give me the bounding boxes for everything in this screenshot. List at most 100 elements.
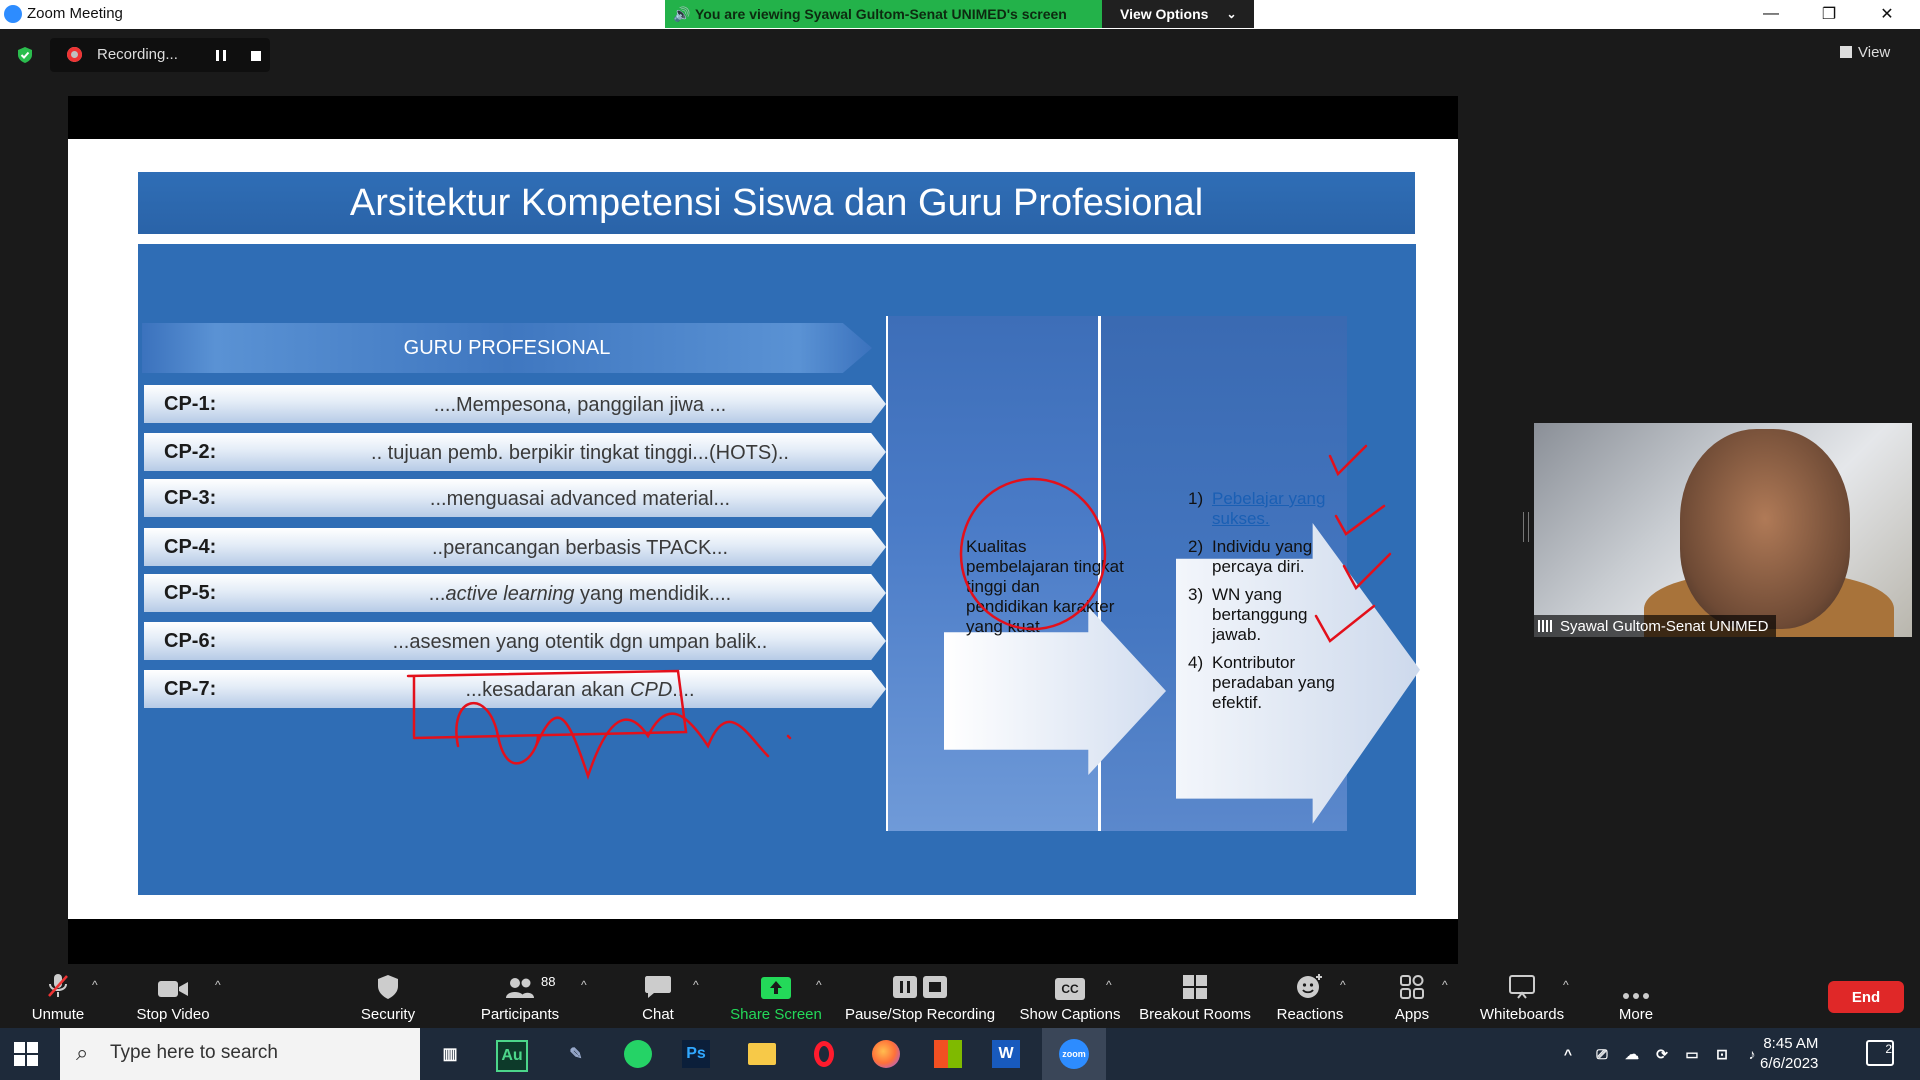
file-explorer-icon[interactable] (744, 1036, 780, 1072)
recording-dot-icon (67, 47, 82, 62)
chat-button[interactable]: Chat (618, 964, 698, 1028)
captions-caret-icon[interactable]: ^ (1106, 978, 1112, 992)
audio-options-caret-icon[interactable]: ^ (92, 978, 98, 992)
notification-center-icon[interactable]: 2 (1866, 1040, 1894, 1066)
apps-button[interactable]: Apps (1372, 964, 1452, 1028)
outcome-number: 3) (1188, 585, 1204, 604)
recording-label: Recording... (97, 46, 178, 63)
taskbar-clock[interactable]: 8:45 AM 6/6/2023 (1760, 1034, 1818, 1074)
end-meeting-button[interactable]: End (1828, 981, 1904, 1013)
apps-caret-icon[interactable]: ^ (1442, 978, 1448, 992)
show-captions-button[interactable]: CC Show Captions (1016, 964, 1124, 1028)
outcome-link[interactable]: Pebelajar yang sukses. (1212, 489, 1358, 529)
clock-time: 8:45 AM (1763, 1035, 1819, 1052)
whiteboards-caret-icon[interactable]: ^ (1563, 978, 1569, 992)
cp-text: ...menguasai advanced material... (429, 488, 731, 510)
shield-check-icon[interactable] (16, 46, 34, 64)
share-screen-icon (760, 964, 792, 1000)
participant-name: Syawal Gultom-Senat UNIMED (1560, 617, 1769, 635)
outcome-number: 4) (1188, 653, 1204, 672)
participants-label: Participants (480, 1006, 560, 1023)
cp-text-post: yang mendidik.... (574, 583, 732, 605)
cp-row: CP-5: ...active learning yang mendidik..… (144, 574, 886, 612)
onedrive-cloud-icon[interactable]: ☁ (1620, 1036, 1644, 1072)
settings-tool-icon[interactable]: ✎ (558, 1036, 594, 1072)
video-camera-icon (157, 964, 189, 1000)
reactions-caret-icon[interactable]: ^ (1340, 978, 1346, 992)
cp-row: CP-2: .. tujuan pemb. berpikir tingkat t… (144, 433, 886, 471)
tray-meet-icon[interactable]: ⎚ (1590, 1036, 1614, 1072)
zoom-app-label: zoom (1059, 1039, 1089, 1069)
cp-label: CP-2: (164, 441, 217, 463)
task-view-icon[interactable]: ▥ (432, 1036, 468, 1072)
pause-recording-icon[interactable] (216, 50, 226, 61)
security-button[interactable]: Security (348, 964, 428, 1028)
participants-caret-icon[interactable]: ^ (581, 978, 587, 992)
network-icon[interactable]: ⊡ (1710, 1036, 1734, 1072)
speaker-icon: 🔊 (673, 5, 691, 22)
video-options-caret-icon[interactable]: ^ (215, 978, 221, 992)
cp-text: ..perancangan berbasis TPACK... (431, 537, 729, 559)
presentation-slide: Arsitektur Kompetensi Siswa dan Guru Pro… (68, 139, 1458, 919)
cp-row: CP-4: ..perancangan berbasis TPACK... (144, 528, 886, 566)
whatsapp-app-icon[interactable] (620, 1036, 656, 1072)
zoom-app-icon-active[interactable]: zoom (1042, 1028, 1106, 1080)
battery-icon[interactable]: ▭ (1680, 1036, 1704, 1072)
cp-text: ...active learning yang mendidik.... (304, 583, 856, 606)
security-label: Security (360, 1006, 416, 1023)
stop-recording-icon[interactable] (251, 51, 261, 61)
smiley-plus-icon (1296, 964, 1324, 1000)
window-title: Zoom Meeting (27, 5, 123, 22)
view-options-button[interactable]: View Options ⌄ (1102, 0, 1254, 28)
breakout-rooms-button[interactable]: Breakout Rooms (1136, 964, 1254, 1028)
share-screen-button[interactable]: Share Screen (726, 964, 826, 1028)
tray-chevron-up-icon[interactable]: ^ (1556, 1036, 1580, 1072)
apps-icon (1399, 964, 1425, 1000)
search-icon: ⌕ (76, 1040, 89, 1065)
sync-icon[interactable]: ⟳ (1650, 1036, 1674, 1072)
slide-band (138, 244, 1416, 311)
opera-browser-icon[interactable] (806, 1036, 842, 1072)
recording-indicator: Recording... (50, 38, 270, 72)
shared-screen[interactable]: Arsitektur Kompetensi Siswa dan Guru Pro… (68, 96, 1458, 964)
firefox-browser-icon[interactable] (868, 1036, 904, 1072)
share-caret-icon[interactable]: ^ (816, 978, 822, 992)
chevron-down-icon: ⌄ (1226, 7, 1237, 21)
outcome-text: Kontributor peradaban yang efektif. (1212, 653, 1335, 712)
participant-face (1680, 429, 1850, 629)
outcome-item: 1) Pebelajar yang sukses. (1188, 489, 1358, 529)
audition-app-icon[interactable]: Au (496, 1040, 528, 1072)
more-button[interactable]: More (1596, 964, 1676, 1028)
windows-start-icon[interactable] (14, 1042, 38, 1066)
stop-video-button[interactable]: Stop Video (130, 964, 216, 1028)
pause-stop-recording-button[interactable]: Pause/Stop Recording (845, 964, 995, 1028)
windows-taskbar: ⌕ Type here to search ▥ Au ✎ Ps W zoom ^… (0, 1028, 1920, 1080)
outcome-number: 1) (1188, 489, 1204, 508)
meeting-toolbar: Unmute ^ Stop Video ^ Security Participa… (0, 964, 1920, 1028)
reactions-button[interactable]: Reactions (1270, 964, 1350, 1028)
restore-button[interactable]: ❐ (1800, 0, 1858, 28)
word-app-icon[interactable]: W (992, 1040, 1020, 1068)
outcome-text: Individu yang percaya diri. (1212, 537, 1313, 576)
unmute-button[interactable]: Unmute (18, 964, 98, 1028)
participant-video[interactable]: Syawal Gultom-Senat UNIMED (1534, 423, 1912, 637)
taskbar-search-box[interactable]: ⌕ Type here to search (60, 1028, 420, 1080)
cp-row: CP-6: ...asesmen yang otentik dgn umpan … (144, 622, 886, 660)
view-button[interactable]: View (1840, 38, 1910, 66)
store-app-icon[interactable] (930, 1036, 966, 1072)
cp-text-pre: ...kesadaran akan (465, 679, 631, 701)
viewing-screen-banner: 🔊 You are viewing Syawal Gultom-Senat UN… (665, 0, 1102, 28)
close-button[interactable]: ✕ (1858, 0, 1916, 28)
whiteboards-button[interactable]: Whiteboards (1472, 964, 1572, 1028)
security-shield-icon (376, 964, 400, 1000)
meeting-top-strip (0, 29, 1920, 79)
more-dots-icon (1622, 964, 1650, 1000)
reactions-label: Reactions (1276, 1006, 1344, 1023)
chat-caret-icon[interactable]: ^ (693, 978, 699, 992)
minimize-button[interactable]: — (1742, 0, 1800, 28)
panel-resize-handle[interactable] (1523, 512, 1529, 542)
view-layout-icon (1840, 46, 1852, 58)
unmute-label: Unmute (31, 1006, 85, 1023)
chat-label: Chat (642, 1006, 674, 1023)
photoshop-app-icon[interactable]: Ps (682, 1040, 710, 1068)
